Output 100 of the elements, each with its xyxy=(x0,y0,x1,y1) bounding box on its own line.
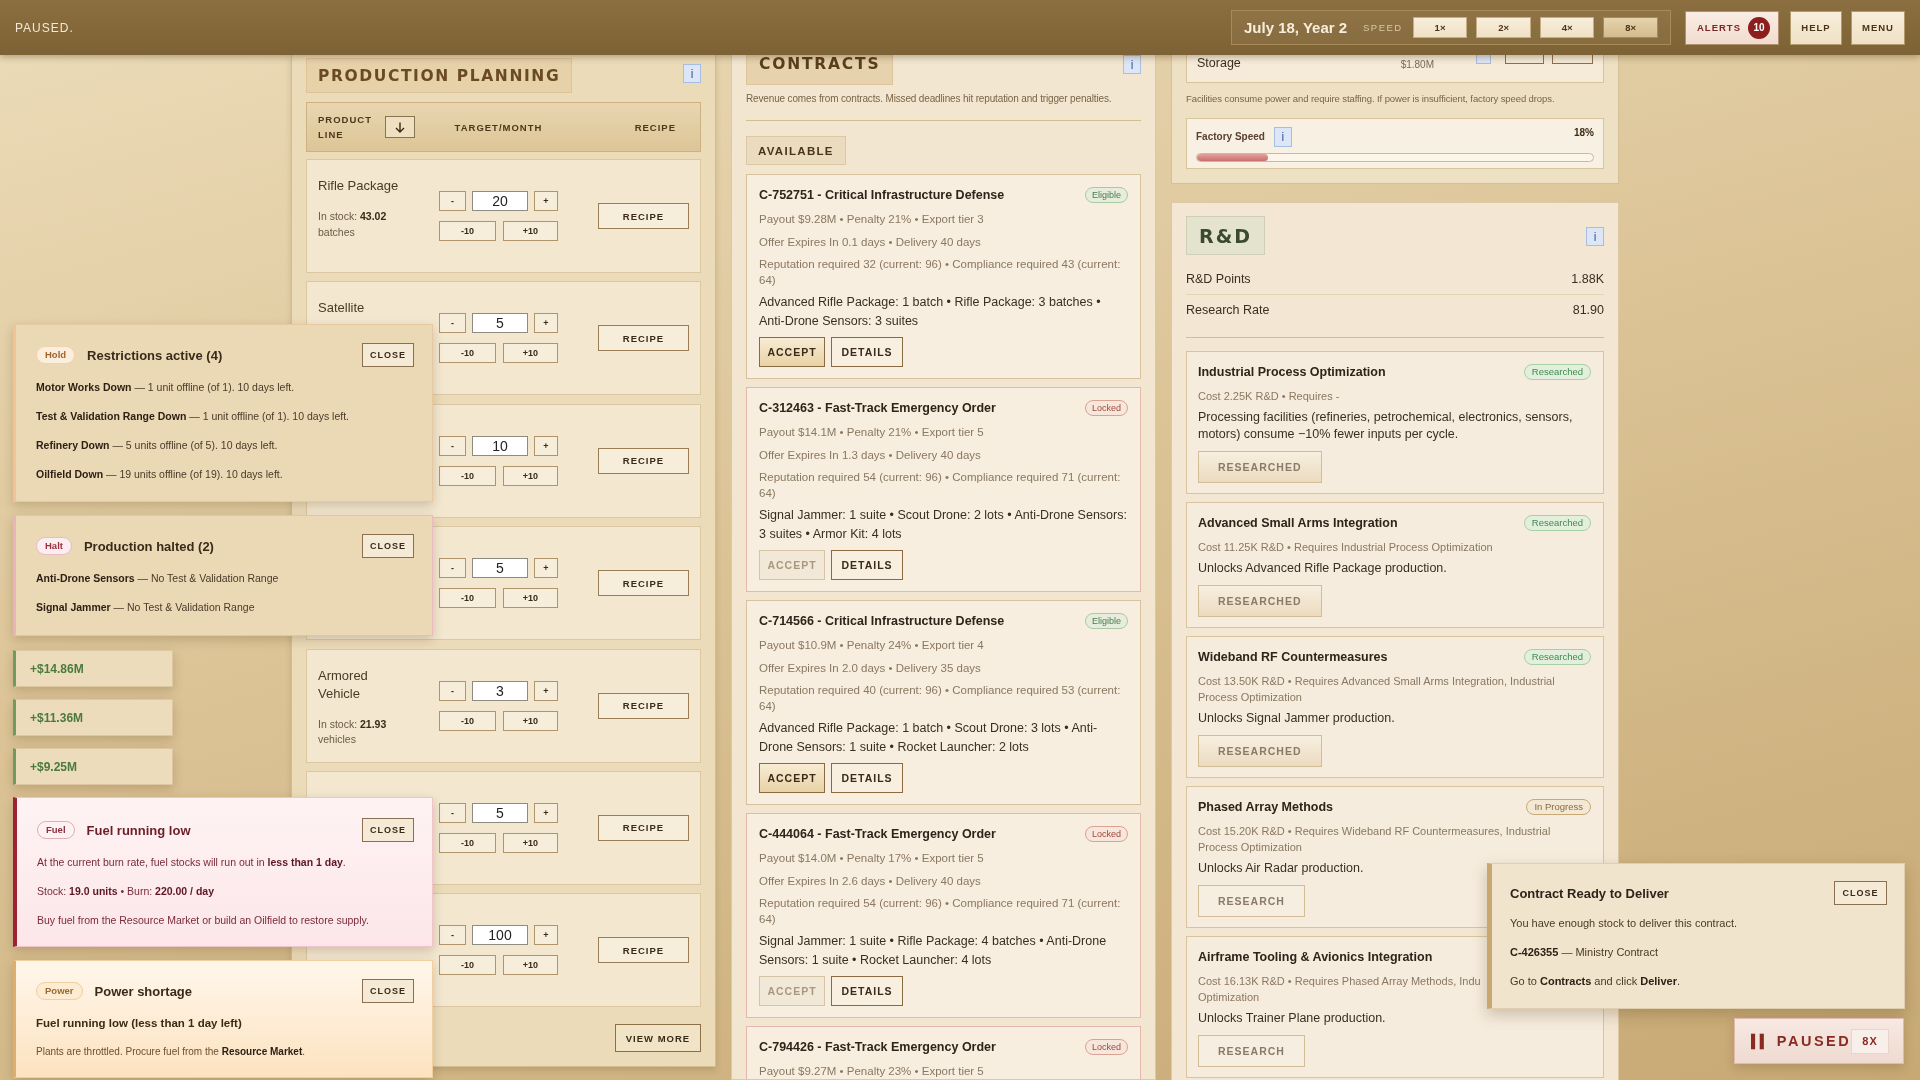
contract-timing: Offer Expires In 0.1 days • Delivery 40 days xyxy=(759,235,981,250)
target-input[interactable]: 5 xyxy=(472,802,528,823)
details-button[interactable]: DETAILS xyxy=(831,976,903,1006)
increment-button[interactable]: + xyxy=(534,191,558,211)
action-button[interactable] xyxy=(1505,55,1544,64)
speed-label: SPEED xyxy=(1363,22,1403,33)
increment-button[interactable]: + xyxy=(534,802,558,823)
column-header: RECIPE xyxy=(634,121,676,133)
speed-button[interactable]: 8× xyxy=(1603,17,1658,38)
target-input[interactable]: 20 xyxy=(472,191,528,211)
decrement-button[interactable]: - xyxy=(439,802,466,823)
panel-description: Revenue comes from contracts. Missed deadlines hit reputation and trigger penalties. xyxy=(746,93,1112,105)
toast-tag: Power xyxy=(36,982,83,1000)
close-button[interactable]: CLOSE xyxy=(362,818,414,842)
plus-ten-button[interactable]: +10 xyxy=(503,955,558,976)
toast-tag: Fuel xyxy=(37,821,75,839)
close-button[interactable]: CLOSE xyxy=(362,534,414,558)
stat-label: Research Rate xyxy=(1186,303,1270,317)
menu-button[interactable]: MENU xyxy=(1851,10,1905,45)
decrement-button[interactable]: - xyxy=(439,558,466,579)
close-button[interactable]: CLOSE xyxy=(362,343,414,367)
details-button[interactable]: DETAILS xyxy=(831,550,903,580)
speed-button[interactable]: 4× xyxy=(1539,17,1595,38)
contract-terms: Payout $9.28M • Penalty 21% • Export tier 3 xyxy=(759,212,984,227)
view-more-button[interactable]: VIEW MORE xyxy=(615,1024,701,1053)
recipe-button[interactable]: RECIPE xyxy=(598,447,689,474)
accept-button[interactable]: ACCEPT xyxy=(759,337,825,367)
tech-title: Advanced Small Arms Integration xyxy=(1198,515,1398,531)
panel-description: Facilities consume power and require staffing. If power is insufficient, factory speed drops. xyxy=(1186,93,1555,105)
meter-label: Factory Speed xyxy=(1196,131,1265,142)
increment-button[interactable]: + xyxy=(534,680,558,701)
increment-button[interactable]: + xyxy=(534,313,558,334)
recipe-button[interactable]: RECIPE xyxy=(598,814,689,841)
target-input[interactable]: 5 xyxy=(472,313,528,334)
speed-button[interactable]: 2× xyxy=(1476,17,1531,38)
info-button[interactable]: i xyxy=(1273,127,1292,147)
toast-text: Stock: 19.0 units • Burn: 220.00 / day xyxy=(37,884,215,899)
recipe-button[interactable]: RECIPE xyxy=(598,692,689,719)
plus-ten-button[interactable]: +10 xyxy=(503,221,558,241)
alert-count: 10 xyxy=(1748,16,1770,39)
accept-button[interactable]: ACCEPT xyxy=(759,763,825,793)
recipe-button[interactable]: RECIPE xyxy=(598,570,689,597)
recipe-button[interactable]: RECIPE xyxy=(598,203,689,229)
minus-ten-button[interactable]: -10 xyxy=(439,343,496,364)
info-button[interactable]: i xyxy=(1586,227,1604,246)
status-badge: Locked xyxy=(1084,1039,1128,1055)
tech-cost: Cost 15.20K R&D • Requires Wideband RF Countermeasures, Industrial Process Optimization xyxy=(1198,824,1552,855)
increment-button[interactable]: + xyxy=(534,558,558,579)
close-button[interactable]: CLOSE xyxy=(1834,881,1887,905)
minus-ten-button[interactable]: -10 xyxy=(439,221,496,241)
target-input[interactable]: 3 xyxy=(472,680,528,701)
minus-ten-button[interactable]: -10 xyxy=(439,588,496,609)
tech-description: Unlocks Trainer Plane production. xyxy=(1198,1010,1386,1027)
decrement-button[interactable]: - xyxy=(439,680,466,701)
speed-button[interactable]: 1× xyxy=(1412,17,1468,38)
alerts-button[interactable]: ALERTS 10 xyxy=(1685,10,1779,45)
sort-button[interactable] xyxy=(385,116,415,138)
info-button[interactable]: i xyxy=(1123,55,1141,74)
game-date: July 18, Year 2 xyxy=(1244,19,1349,36)
toast-title: Contract Ready to Deliver xyxy=(1510,885,1669,901)
facility-name: Storage xyxy=(1197,56,1241,70)
action-button[interactable] xyxy=(1552,55,1593,64)
plus-ten-button[interactable]: +10 xyxy=(503,465,558,486)
details-button[interactable]: DETAILS xyxy=(831,763,903,793)
minus-ten-button[interactable]: -10 xyxy=(439,832,496,853)
minus-ten-button[interactable]: -10 xyxy=(439,710,496,731)
stock-text: In stock: 43.02 batches xyxy=(318,209,388,240)
revenue-toast: +$9.25M xyxy=(13,748,173,785)
recipe-button[interactable]: RECIPE xyxy=(598,325,689,352)
speed-tag: 8X xyxy=(1851,1028,1889,1054)
info-button[interactable]: i xyxy=(683,64,701,83)
details-button[interactable]: DETAILS xyxy=(831,337,903,367)
help-button[interactable]: HELP xyxy=(1790,10,1842,45)
recipe-button[interactable]: RECIPE xyxy=(598,937,689,964)
decrement-button[interactable]: - xyxy=(439,435,466,456)
increment-button[interactable]: + xyxy=(534,925,558,946)
minus-ten-button[interactable]: -10 xyxy=(439,955,496,976)
target-input[interactable]: 10 xyxy=(472,435,528,456)
close-button[interactable]: CLOSE xyxy=(362,979,414,1003)
toast-text: Go to Contracts and click Deliver. xyxy=(1510,974,1680,989)
decrement-button[interactable]: - xyxy=(439,313,466,334)
contract-title: C-312463 - Fast-Track Emergency Order xyxy=(759,400,996,416)
minus-ten-button[interactable]: -10 xyxy=(439,465,496,486)
tech-cost: Cost 16.13K R&D • Requires Phased Array Methods, Indu xyxy=(1198,974,1481,989)
plus-ten-button[interactable]: +10 xyxy=(503,832,558,853)
target-input[interactable]: 100 xyxy=(472,925,528,946)
target-input[interactable]: 5 xyxy=(472,558,528,579)
pause-button[interactable]: PAUSED 8X xyxy=(1734,1018,1904,1064)
plus-ten-button[interactable]: +10 xyxy=(503,710,558,731)
plus-ten-button[interactable]: +10 xyxy=(503,588,558,609)
plus-ten-button[interactable]: +10 xyxy=(503,343,558,364)
stock-text: In stock: 21.93 vehicles xyxy=(318,716,388,748)
toast-text: Plants are throttled. Procure fuel from the Resource Market. xyxy=(36,1045,306,1059)
decrement-button[interactable]: - xyxy=(439,925,466,946)
increment-button[interactable]: + xyxy=(534,435,558,456)
toast-title: Restrictions active (4) xyxy=(87,347,223,363)
toast-text: Anti-Drone Sensors — No Test & Validation Range xyxy=(36,571,279,586)
tech-cost: Cost 2.25K R&D • Requires - xyxy=(1198,389,1340,404)
contract-goods: Signal Jammer: 1 suite • Rifle Package: 4 batches • Anti-Drone Sensors: 1 suite • Rocket Launcher: 4 lots xyxy=(759,933,1108,969)
decrement-button[interactable]: - xyxy=(439,191,466,211)
